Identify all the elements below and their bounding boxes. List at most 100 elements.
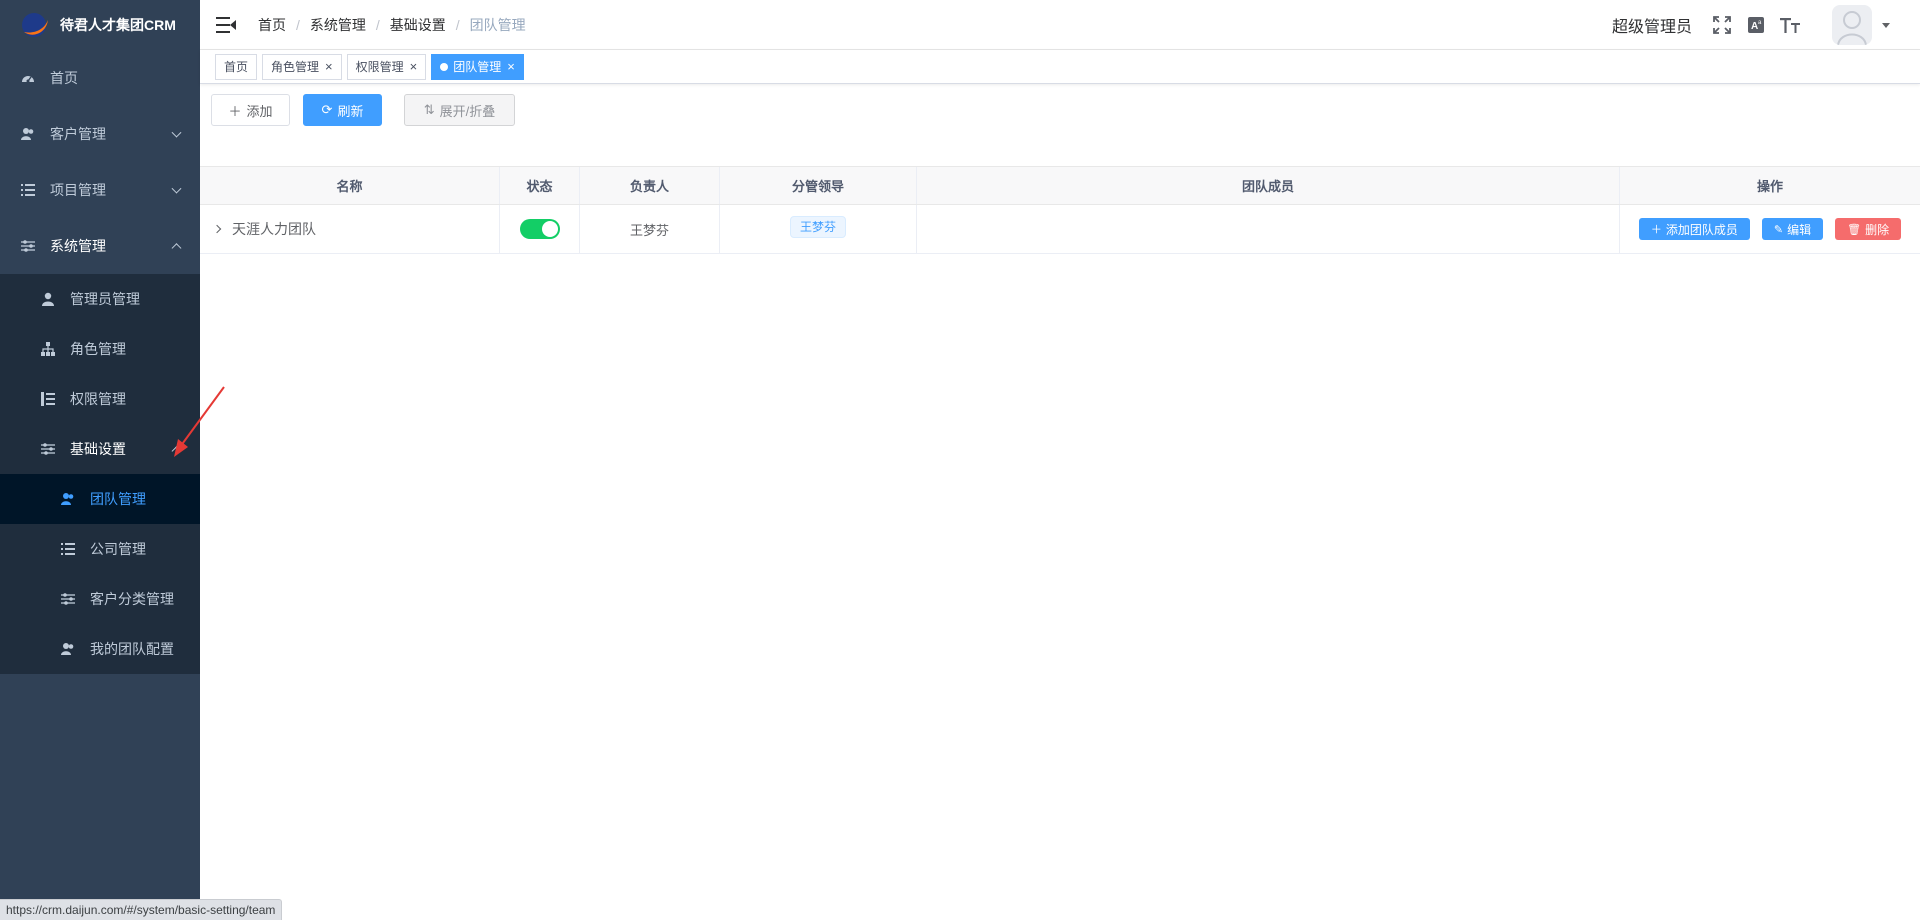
refresh-button[interactable]: ⟳ 刷新 [303,94,382,126]
delete-button[interactable]: 🗑 删除 [1835,218,1902,240]
status-cell [500,205,580,253]
close-icon[interactable]: × [507,59,515,74]
add-button-label: 添加 [246,103,273,119]
chevron-down-icon [171,127,182,138]
list-icon [20,182,36,198]
tag-permissions[interactable]: 权限管理 × [346,53,427,80]
avatar[interactable] [1832,5,1872,45]
column-header: 负责人 [580,167,720,204]
owner-cell: 王梦芬 [580,205,720,253]
breadcrumb: 首页 / 系统管理 / 基础设置 / 团队管理 [258,15,526,35]
sidebar-item-label: 权限管理 [70,391,126,407]
dashboard-icon [20,70,36,86]
chevron-up-icon [171,243,182,254]
sidebar-item-roles[interactable]: 角色管理 [0,324,200,374]
sidebar-item-label: 项目管理 [50,182,106,198]
sort-icon: ⇅ [423,102,435,117]
tags-view: 首页 角色管理 × 权限管理 × 团队管理 × [200,50,1920,84]
status-url: https://crm.daijun.com/#/system/basic-se… [0,899,283,920]
sidebar-item-label: 角色管理 [70,341,126,357]
list-icon [60,541,76,557]
sidebar-item-customer-category[interactable]: 客户分类管理 [0,574,200,624]
expand-collapse-label: 展开/折叠 [439,103,496,119]
sliders-icon [60,591,76,607]
tag-roles[interactable]: 角色管理 × [262,53,342,80]
add-member-button[interactable]: ＋ 添加团队成员 [1638,218,1750,240]
column-header: 操作 [1756,179,1783,194]
sidebar-item-label: 基础设置 [70,441,126,457]
users-icon [60,491,76,507]
logo[interactable]: 待君人才集团CRM [0,0,200,50]
sidebar-item-label: 客户分类管理 [90,591,174,607]
plus-icon: ＋ [228,103,242,119]
user-icon [40,291,56,307]
close-icon[interactable]: × [325,59,333,74]
table-row: 天涯人力团队 王梦芬 王梦芬 ＋ 添加团队成员 ✎ 编辑 🗑 删除 [200,205,1920,254]
status-switch[interactable] [519,219,560,239]
caret-down-icon[interactable] [1882,22,1890,28]
sidebar-item-home[interactable]: 首页 [0,50,200,106]
team-name: 天涯人力团队 [232,221,316,237]
top-navbar: 首页 / 系统管理 / 基础设置 / 团队管理 超级管理员 Aa [200,0,1920,50]
breadcrumb-item[interactable]: 基础设置 [390,15,446,35]
column-header: 团队成员 [917,167,1620,204]
sliders-icon [20,238,36,254]
annotation-arrow-icon [174,386,225,457]
tag-home[interactable]: 首页 [215,53,258,80]
leader-tag: 王梦芬 [789,215,846,238]
sidebar-item-label: 系统管理 [50,238,106,254]
sidebar-item-label: 我的团队配置 [90,641,174,657]
sidebar: 待君人才集团CRM 首页 客户管理 项目管理 系统管理 管理员管理 角色管理 权… [0,0,200,920]
name-cell: 天涯人力团队 [200,205,500,253]
chevron-down-icon [171,183,182,194]
org-chart-icon [40,341,56,357]
column-header: 状态 [500,167,580,204]
breadcrumb-separator: / [455,16,460,33]
tag-label: 首页 [224,60,249,74]
sidebar-item-team[interactable]: 团队管理 [0,474,200,524]
sliders-icon [40,441,56,457]
active-dot-icon [440,62,449,71]
users-icon [20,126,36,142]
basic-settings-submenu: 团队管理 公司管理 客户分类管理 我的团队配置 [0,474,200,674]
sidebar-item-my-team[interactable]: 我的团队配置 [0,624,200,674]
actions-cell: ＋ 添加团队成员 ✎ 编辑 🗑 删除 [1620,205,1920,253]
app-title: 待君人才集团CRM [60,17,176,33]
delete-label: 删除 [1865,222,1890,237]
sidebar-item-company[interactable]: 公司管理 [0,524,200,574]
table-header: 名称 状态 负责人 分管领导 团队成员 操作 [200,166,1920,205]
app-root: 待君人才集团CRM 首页 客户管理 项目管理 系统管理 管理员管理 角色管理 权… [0,0,1920,920]
font-size-icon[interactable] [1780,15,1800,35]
add-button[interactable]: ＋ 添加 [211,94,290,126]
breadcrumb-current: 团队管理 [469,16,526,33]
language-icon[interactable]: Aa [1746,15,1766,35]
plus-icon: ＋ [1650,224,1662,236]
sidebar-item-admins[interactable]: 管理员管理 [0,274,200,324]
expand-chevron-icon[interactable] [212,224,222,234]
sidebar-item-system[interactable]: 系统管理 [0,218,200,274]
sidebar-item-projects[interactable]: 项目管理 [0,162,200,218]
breadcrumb-item[interactable]: 首页 [258,15,286,35]
users-icon [60,641,76,657]
logo-icon [18,8,52,42]
hamburger-icon[interactable] [216,16,236,33]
user-name: 超级管理员 [1611,19,1692,36]
breadcrumb-item[interactable]: 系统管理 [310,15,366,35]
add-member-label: 添加团队成员 [1665,222,1738,237]
edit-button[interactable]: ✎ 编辑 [1761,218,1824,240]
tag-team[interactable]: 团队管理 × [431,53,524,80]
fullscreen-icon[interactable] [1712,15,1732,35]
tag-label: 权限管理 [355,60,404,74]
tag-label: 团队管理 [453,60,502,74]
trash-icon: 🗑 [1847,223,1862,236]
sidebar-item-customers[interactable]: 客户管理 [0,106,200,162]
edit-icon: ✎ [1773,223,1784,236]
sidebar-item-label: 客户管理 [50,126,106,142]
breadcrumb-separator: / [375,16,380,33]
breadcrumb-separator: / [296,16,300,33]
close-icon[interactable]: × [410,59,418,74]
refresh-button-label: 刷新 [337,103,364,119]
team-table: 名称 状态 负责人 分管领导 团队成员 操作 天涯人力团队 王梦芬 王梦芬 ＋ [200,166,1920,254]
expand-collapse-button[interactable]: ⇅ 展开/折叠 [404,94,515,126]
sidebar-item-label: 首页 [50,70,78,86]
